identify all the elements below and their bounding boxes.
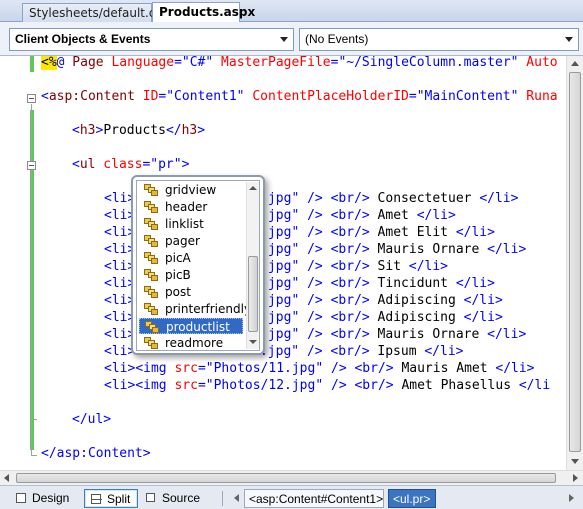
scroll-thumb[interactable] (16, 473, 556, 483)
intellisense-item-label: picB (165, 268, 191, 282)
intellisense-item-label: linklist (165, 217, 204, 231)
directive-open: <% (41, 56, 57, 70)
split-view-button[interactable]: Split (84, 489, 138, 508)
scroll-thumb[interactable] (248, 256, 258, 332)
intellisense-item[interactable]: picA (139, 250, 243, 266)
scroll-left-icon[interactable] (4, 474, 9, 482)
intellisense-item-label: productlist (166, 320, 230, 334)
intellisense-item[interactable]: productlist (139, 318, 243, 334)
tag-nav-right-icon[interactable] (569, 494, 574, 502)
intellisense-item-label: readmore (165, 336, 224, 350)
tab-default-css[interactable]: Stylesheets/default.css (22, 3, 168, 22)
intellisense-list: gridview header linklist pager picA picB post p… (136, 180, 260, 351)
css-class-icon (144, 252, 158, 264)
scroll-down-icon[interactable] (249, 340, 257, 344)
fold-guide (31, 104, 32, 455)
scroll-up-icon[interactable] (249, 186, 257, 190)
scroll-down-icon[interactable] (571, 459, 579, 464)
intellisense-item-label: printerfriendly (165, 302, 252, 316)
chevron-down-icon (280, 37, 288, 42)
code-line: </asp:Content> (41, 446, 151, 461)
source-label: Source (162, 491, 201, 505)
objects-dropdown-value: Client Objects & Events (15, 32, 151, 46)
intellisense-item[interactable]: gridview (139, 182, 243, 198)
change-marker (30, 56, 34, 72)
intellisense-item-label: post (165, 285, 191, 299)
document-tab-strip: Stylesheets/default.css Products.aspx (0, 0, 583, 23)
tag-nav-left-icon[interactable] (234, 494, 239, 502)
tab-products-aspx[interactable]: Products.aspx (152, 2, 255, 23)
code-line: </ul> (72, 412, 112, 427)
events-dropdown-value: (No Events) (305, 32, 369, 46)
css-class-icon (144, 218, 158, 230)
design-icon (16, 493, 26, 503)
css-class-icon (144, 201, 158, 213)
intellisense-item-label: picA (165, 251, 191, 265)
split-icon (91, 494, 102, 504)
divider (222, 491, 223, 506)
intellisense-item[interactable]: picB (139, 267, 243, 283)
navigation-bar: Client Objects & Events (No Events) (0, 22, 583, 56)
scroll-up-icon[interactable] (571, 61, 579, 66)
css-class-icon (144, 235, 158, 247)
design-view-button[interactable]: Design (10, 489, 78, 508)
css-class-icon (144, 269, 158, 281)
tag-breadcrumb-content[interactable]: <asp:Content#Content1> (244, 489, 384, 508)
tag-breadcrumb-ul[interactable]: <ul.pr> (388, 489, 436, 508)
fold-guide-end (31, 455, 37, 456)
fold-guide-end (31, 419, 37, 420)
events-dropdown[interactable]: (No Events) (299, 28, 579, 51)
horizontal-scrollbar[interactable] (0, 470, 583, 485)
collapse-icon[interactable] (27, 94, 36, 103)
source-view-button[interactable]: Source (140, 489, 208, 508)
intellisense-item[interactable]: readmore (139, 335, 243, 351)
scroll-thumb[interactable] (569, 72, 581, 452)
intellisense-popup: gridview header linklist pager picA picB post p… (131, 175, 265, 355)
intellisense-item[interactable]: header (139, 199, 243, 215)
css-class-icon (144, 303, 158, 315)
code-line: <asp:Content ID="Content1" ContentPlaceH… (41, 89, 558, 104)
code-line: <%@ Page Language="C#" MasterPageFile="~… (41, 56, 558, 70)
css-class-icon (144, 184, 158, 196)
split-label: Split (107, 492, 131, 506)
intellisense-item[interactable]: printerfriendly (139, 301, 251, 317)
code-line: <li><img src="Photos/11.jpg" /> <br/> Ma… (104, 361, 535, 376)
vertical-scrollbar[interactable] (566, 56, 583, 470)
collapse-icon[interactable] (27, 161, 36, 170)
design-label: Design (32, 491, 70, 505)
chevron-down-icon (565, 37, 573, 42)
code-line: <h3>Products</h3> (72, 123, 206, 138)
intellisense-item[interactable]: post (139, 284, 243, 300)
intellisense-item-label: pager (165, 234, 200, 248)
objects-dropdown[interactable]: Client Objects & Events (9, 28, 294, 51)
css-class-icon (145, 321, 159, 333)
view-bar: Design Split Source <asp:Content#Content… (0, 485, 583, 509)
css-class-icon (144, 337, 158, 349)
code-line: <li><img src="Photos/12.jpg" /> <br/> Am… (104, 378, 551, 393)
intellisense-item-label: gridview (165, 183, 217, 197)
css-class-icon (144, 286, 158, 298)
intellisense-item-label: header (165, 200, 208, 214)
intellisense-scrollbar[interactable] (246, 182, 259, 349)
code-editor[interactable]: <%@ Page Language="C#" MasterPageFile="~… (0, 56, 583, 470)
intellisense-item[interactable]: linklist (139, 216, 243, 232)
code-line: <ul class="pr"> (72, 157, 190, 172)
source-icon (146, 493, 155, 502)
scroll-right-icon[interactable] (573, 474, 578, 482)
intellisense-item[interactable]: pager (139, 233, 243, 249)
